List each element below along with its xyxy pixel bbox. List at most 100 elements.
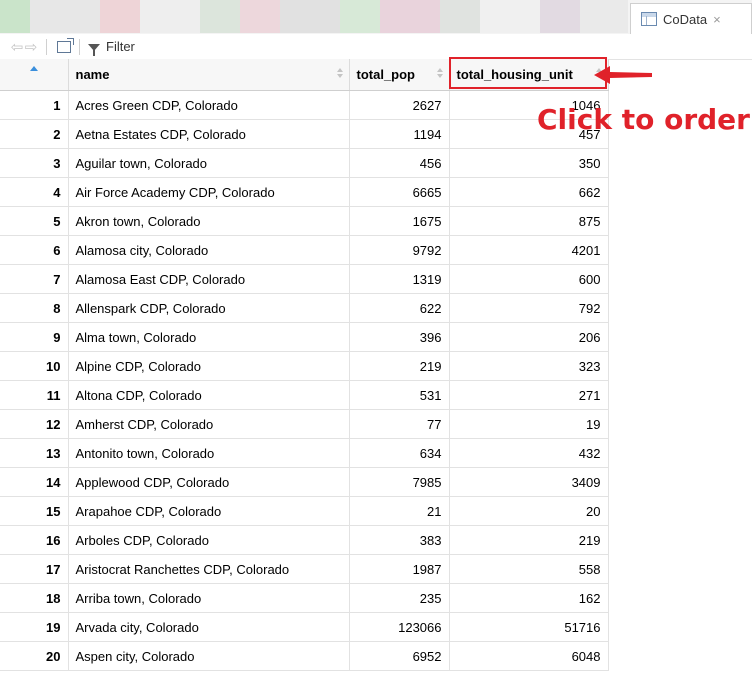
cell-total-housing-unit: 4201: [449, 235, 609, 265]
table-row: 9 Alma town, Colorado 396 206: [0, 322, 609, 352]
cell-name: Aristocrat Ranchettes CDP, Colorado: [68, 554, 350, 584]
row-number: 13: [0, 438, 69, 468]
cell-name: Acres Green CDP, Colorado: [68, 90, 350, 120]
cell-name: Arapahoe CDP, Colorado: [68, 496, 350, 526]
cell-total-pop: 77: [349, 409, 450, 439]
cell-total-housing-unit: 162: [449, 583, 609, 613]
cell-name: Amherst CDP, Colorado: [68, 409, 350, 439]
data-table: name total_pop total_housing_unit 1 Acres…: [0, 59, 609, 671]
cell-total-housing-unit: 350: [449, 148, 609, 178]
blurred-tab: [540, 0, 580, 33]
blurred-tab: [240, 0, 280, 33]
annotation-text: Click to order: [537, 103, 750, 136]
row-number: 15: [0, 496, 69, 526]
column-header-total-housing-unit[interactable]: total_housing_unit: [449, 59, 609, 91]
table-row: 20 Aspen city, Colorado 6952 6048: [0, 641, 609, 671]
cell-total-housing-unit: 432: [449, 438, 609, 468]
table-row: 6 Alamosa city, Colorado 9792 4201: [0, 235, 609, 265]
cell-total-pop: 634: [349, 438, 450, 468]
cell-name: Alma town, Colorado: [68, 322, 350, 352]
cell-total-pop: 123066: [349, 612, 450, 642]
blurred-tab: [340, 0, 380, 33]
table-row: 18 Arriba town, Colorado 235 162: [0, 583, 609, 613]
cell-total-pop: 9792: [349, 235, 450, 265]
cell-name: Antonito town, Colorado: [68, 438, 350, 468]
tab-title: CoData: [663, 11, 708, 27]
column-header-name[interactable]: name: [68, 59, 350, 91]
row-number: 19: [0, 612, 69, 642]
row-number: 12: [0, 409, 69, 439]
forward-arrow-icon[interactable]: ⇨: [24, 38, 38, 56]
cell-name: Allenspark CDP, Colorado: [68, 293, 350, 323]
table-row: 4 Air Force Academy CDP, Colorado 6665 662: [0, 177, 609, 207]
cell-total-housing-unit: 792: [449, 293, 609, 323]
table-row: 14 Applewood CDP, Colorado 7985 3409: [0, 467, 609, 497]
cell-name: Alamosa East CDP, Colorado: [68, 264, 350, 294]
table-row: 2 Aetna Estates CDP, Colorado 1194 457: [0, 119, 609, 149]
table-row: 1 Acres Green CDP, Colorado 2627 1046: [0, 90, 609, 120]
toolbar-divider: [46, 38, 47, 55]
cell-total-housing-unit: 6048: [449, 641, 609, 671]
blurred-tab: [0, 0, 30, 33]
blurred-tab: [200, 0, 240, 33]
cell-total-housing-unit: 3409: [449, 467, 609, 497]
row-number: 9: [0, 322, 69, 352]
cell-total-pop: 1987: [349, 554, 450, 584]
column-header-label: total_pop: [356, 67, 416, 82]
cell-total-housing-unit: 662: [449, 177, 609, 207]
cell-total-housing-unit: 600: [449, 264, 609, 294]
filter-button[interactable]: Filter: [88, 39, 135, 56]
cell-total-pop: 622: [349, 293, 450, 323]
table-row: 15 Arapahoe CDP, Colorado 21 20: [0, 496, 609, 526]
toolbar-divider: [79, 38, 80, 55]
blurred-tab: [440, 0, 480, 33]
column-header-total-pop[interactable]: total_pop: [349, 59, 450, 91]
row-number: 5: [0, 206, 69, 236]
cell-name: Air Force Academy CDP, Colorado: [68, 177, 350, 207]
blurred-tab: [280, 0, 340, 33]
table-row: 12 Amherst CDP, Colorado 77 19: [0, 409, 609, 439]
table-row: 17 Aristocrat Ranchettes CDP, Colorado 198…: [0, 554, 609, 584]
cell-total-housing-unit: 219: [449, 525, 609, 555]
cell-total-housing-unit: 20: [449, 496, 609, 526]
cell-total-pop: 6952: [349, 641, 450, 671]
cell-total-pop: 531: [349, 380, 450, 410]
blurred-tab: [580, 0, 628, 33]
cell-total-housing-unit: 271: [449, 380, 609, 410]
row-number: 18: [0, 583, 69, 613]
cell-name: Aetna Estates CDP, Colorado: [68, 119, 350, 149]
row-number: 16: [0, 525, 69, 555]
table-row: 5 Akron town, Colorado 1675 875: [0, 206, 609, 236]
cell-total-housing-unit: 323: [449, 351, 609, 381]
back-arrow-icon[interactable]: ⇦: [10, 38, 24, 56]
column-header-label: name: [75, 67, 110, 82]
cell-name: Applewood CDP, Colorado: [68, 467, 350, 497]
cell-total-pop: 396: [349, 322, 450, 352]
cell-name: Aspen city, Colorado: [68, 641, 350, 671]
rownum-header[interactable]: [0, 59, 69, 91]
sort-icon: [436, 68, 443, 80]
table-row: 10 Alpine CDP, Colorado 219 323: [0, 351, 609, 381]
cell-name: Akron town, Colorado: [68, 206, 350, 236]
row-number: 4: [0, 177, 69, 207]
row-number: 2: [0, 119, 69, 149]
cell-name: Alpine CDP, Colorado: [68, 351, 350, 381]
cell-name: Altona CDP, Colorado: [68, 380, 350, 410]
cell-total-pop: 456: [349, 148, 450, 178]
row-number: 8: [0, 293, 69, 323]
cell-total-pop: 21: [349, 496, 450, 526]
tab-codata[interactable]: CoData ×: [630, 3, 752, 34]
header-row: name total_pop total_housing_unit: [0, 59, 609, 91]
table-row: 7 Alamosa East CDP, Colorado 1319 600: [0, 264, 609, 294]
sort-ascending-icon: [29, 66, 38, 71]
cell-name: Aguilar town, Colorado: [68, 148, 350, 178]
viewer-toolbar: ⇦ ⇨ Filter: [0, 34, 752, 60]
blurred-tab: [100, 0, 140, 33]
close-icon[interactable]: ×: [713, 12, 721, 27]
red-arrow-icon: [594, 66, 652, 84]
row-number: 17: [0, 554, 69, 584]
row-number: 3: [0, 148, 69, 178]
sort-icon: [336, 68, 343, 80]
blurred-tab: [140, 0, 200, 33]
popout-window-icon[interactable]: [57, 37, 74, 53]
